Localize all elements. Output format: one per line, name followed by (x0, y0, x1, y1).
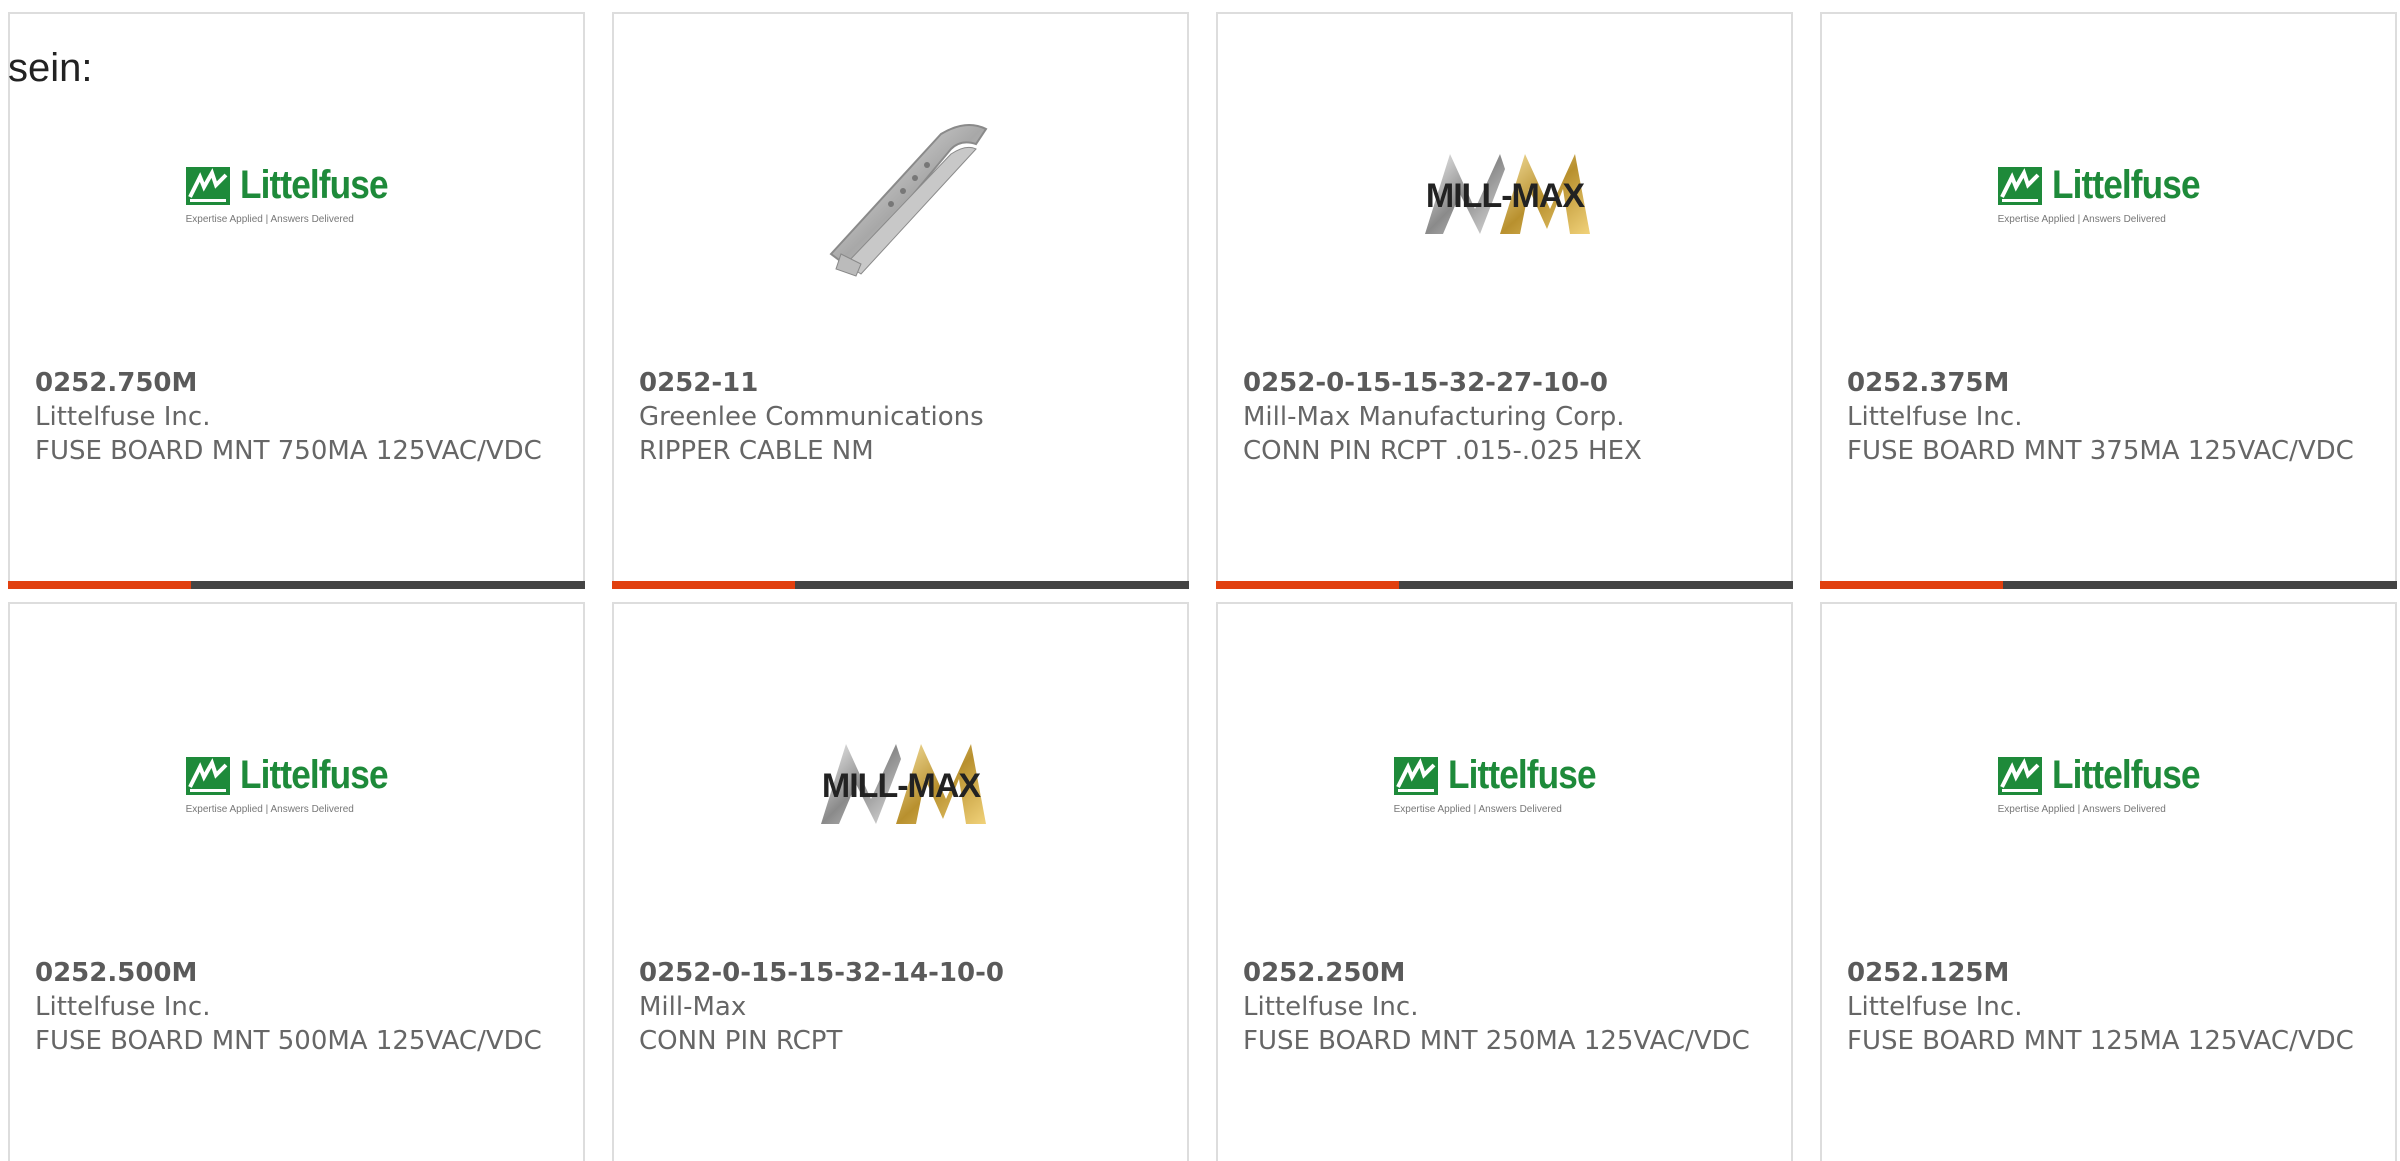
littelfuse-logo: Littelfuse Expertise Applied | Answers D… (185, 753, 408, 815)
manufacturer-name: Mill-Max Manufacturing Corp. (1243, 402, 1625, 432)
manufacturer-name: Littelfuse Inc. (1847, 402, 2023, 432)
product-description: FUSE BOARD MNT 500MA 125VAC/VDC (35, 1026, 542, 1056)
product-description: FUSE BOARD MNT 250MA 125VAC/VDC (1243, 1026, 1750, 1056)
manufacturer-name: Mill-Max (639, 992, 747, 1022)
product-image[interactable]: Littelfuse Expertise Applied | Answers D… (10, 94, 583, 294)
product-description: FUSE BOARD MNT 125MA 125VAC/VDC (1847, 1026, 2354, 1056)
card-accent-segment (1216, 581, 1399, 589)
card-accent-segment (8, 581, 191, 589)
product-description: CONN PIN RCPT (639, 1026, 843, 1056)
littelfuse-logo: Littelfuse Expertise Applied | Answers D… (1393, 753, 1616, 815)
card-accent-segment (612, 581, 795, 589)
part-number-link[interactable]: 0252-0-15-15-32-14-10-0 (639, 956, 1167, 990)
card-accent-bar (612, 581, 1189, 589)
product-description: CONN PIN RCPT .015-.025 HEX (1243, 436, 1642, 466)
littelfuse-wordmark: Littelfuse (239, 163, 389, 207)
card-accent-segment (1820, 581, 2003, 589)
littelfuse-tagline: Expertise Applied | Answers Delivered (1997, 804, 2166, 815)
littelfuse-wordmark: Littelfuse (2051, 163, 2201, 207)
manufacturer-name: Littelfuse Inc. (1847, 992, 2023, 1022)
product-image[interactable]: MILL-MAX (1218, 94, 1791, 294)
manufacturer-name: Littelfuse Inc. (35, 402, 211, 432)
intro-text: sein: (8, 46, 93, 90)
product-card[interactable]: MILL-MAX 0252-0-15-15-32-27-10-0 Mill-Ma… (1216, 12, 1793, 589)
littelfuse-logo: Littelfuse Expertise Applied | Answers D… (1997, 163, 2220, 225)
product-card[interactable]: Littelfuse Expertise Applied | Answers D… (1216, 602, 1793, 1161)
product-image[interactable]: Littelfuse Expertise Applied | Answers D… (10, 684, 583, 884)
part-number-link[interactable]: 0252.500M (35, 956, 563, 990)
product-image[interactable]: Littelfuse Expertise Applied | Answers D… (1822, 94, 2395, 294)
product-info: 0252-0-15-15-32-14-10-0 Mill-Max CONN PI… (639, 956, 1167, 1058)
product-image[interactable]: MILL-MAX (614, 684, 1187, 884)
littelfuse-mark-icon (1997, 166, 2042, 205)
cable-ripper-tool-image (829, 124, 987, 277)
millmax-logo: MILL-MAX (1405, 139, 1605, 249)
littelfuse-logo: Littelfuse Expertise Applied | Answers D… (185, 163, 408, 225)
product-info: 0252-11 Greenlee Communications RIPPER C… (639, 366, 1167, 468)
millmax-mark-icon: MILL-MAX (820, 744, 986, 824)
product-card[interactable]: Littelfuse Expertise Applied | Answers D… (1820, 12, 2397, 589)
manufacturer-name: Littelfuse Inc. (35, 992, 211, 1022)
littelfuse-logo: Littelfuse Expertise Applied | Answers D… (1997, 753, 2220, 815)
product-info: 0252.125M Littelfuse Inc. FUSE BOARD MNT… (1847, 956, 2375, 1058)
littelfuse-tagline: Expertise Applied | Answers Delivered (1393, 804, 1562, 815)
product-description: RIPPER CABLE NM (639, 436, 874, 466)
littelfuse-mark-icon (185, 756, 230, 795)
littelfuse-mark-icon (1393, 756, 1438, 795)
card-accent-bar (1216, 581, 1793, 589)
millmax-wordmark: MILL-MAX (821, 767, 981, 805)
littelfuse-tagline: Expertise Applied | Answers Delivered (1997, 214, 2166, 225)
product-info: 0252.500M Littelfuse Inc. FUSE BOARD MNT… (35, 956, 563, 1058)
card-accent-bar (1820, 581, 2397, 589)
part-number-link[interactable]: 0252.375M (1847, 366, 2375, 400)
product-image[interactable]: Littelfuse Expertise Applied | Answers D… (1218, 684, 1791, 884)
product-card[interactable]: 0252-11 Greenlee Communications RIPPER C… (612, 12, 1189, 589)
product-info: 0252.375M Littelfuse Inc. FUSE BOARD MNT… (1847, 366, 2375, 468)
product-card[interactable]: Littelfuse Expertise Applied | Answers D… (8, 602, 585, 1161)
product-description: FUSE BOARD MNT 750MA 125VAC/VDC (35, 436, 542, 466)
littelfuse-tagline: Expertise Applied | Answers Delivered (185, 804, 354, 815)
product-info: 0252.250M Littelfuse Inc. FUSE BOARD MNT… (1243, 956, 1771, 1058)
part-number-link[interactable]: 0252.750M (35, 366, 563, 400)
littelfuse-tagline: Expertise Applied | Answers Delivered (185, 214, 354, 225)
littelfuse-mark-icon (1997, 756, 2042, 795)
part-number-link[interactable]: 0252-0-15-15-32-27-10-0 (1243, 366, 1771, 400)
littelfuse-wordmark: Littelfuse (239, 753, 389, 797)
product-image[interactable] (614, 94, 1187, 294)
millmax-logo: MILL-MAX (801, 729, 1001, 839)
littelfuse-mark-icon (185, 166, 230, 205)
millmax-wordmark: MILL-MAX (1425, 177, 1585, 215)
product-info: 0252-0-15-15-32-27-10-0 Mill-Max Manufac… (1243, 366, 1771, 468)
product-description: FUSE BOARD MNT 375MA 125VAC/VDC (1847, 436, 2354, 466)
littelfuse-wordmark: Littelfuse (1447, 753, 1597, 797)
part-number-link[interactable]: 0252-11 (639, 366, 1167, 400)
product-card[interactable]: Littelfuse Expertise Applied | Answers D… (1820, 602, 2397, 1161)
product-info: 0252.750M Littelfuse Inc. FUSE BOARD MNT… (35, 366, 563, 468)
part-number-link[interactable]: 0252.250M (1243, 956, 1771, 990)
part-number-link[interactable]: 0252.125M (1847, 956, 2375, 990)
product-card[interactable]: Littelfuse Expertise Applied | Answers D… (8, 12, 585, 589)
product-grid-page: sein: Littelfuse Expertise Applied | Ans… (0, 0, 2400, 1161)
millmax-mark-icon: MILL-MAX (1424, 154, 1590, 234)
product-card[interactable]: MILL-MAX 0252-0-15-15-32-14-10-0 Mill-Ma… (612, 602, 1189, 1161)
product-image[interactable]: Littelfuse Expertise Applied | Answers D… (1822, 684, 2395, 884)
card-accent-bar (8, 581, 585, 589)
littelfuse-wordmark: Littelfuse (2051, 753, 2201, 797)
manufacturer-name: Greenlee Communications (639, 402, 984, 432)
manufacturer-name: Littelfuse Inc. (1243, 992, 1419, 1022)
